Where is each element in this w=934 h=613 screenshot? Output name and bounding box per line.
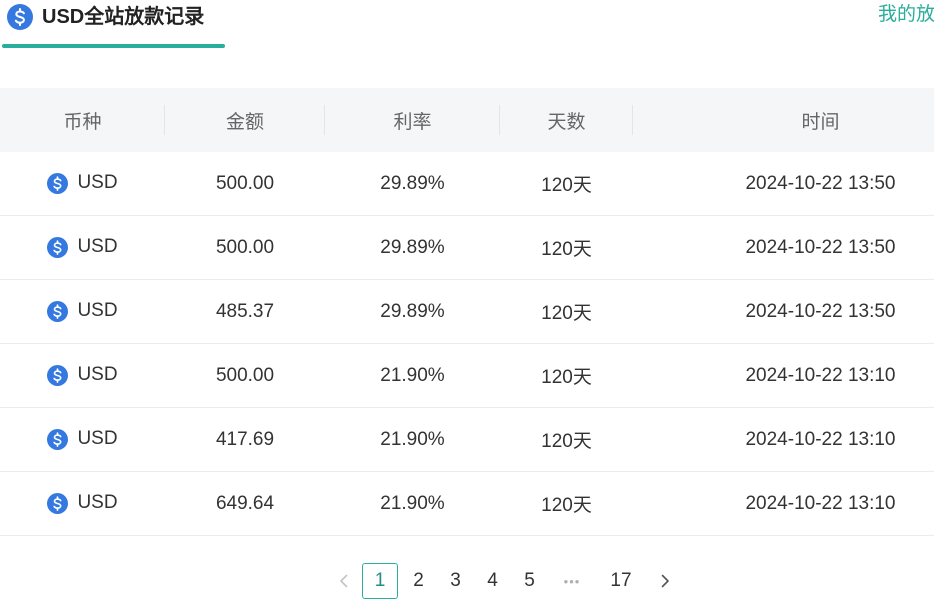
chevron-right-icon: [661, 574, 669, 588]
days-cell: 120天: [500, 215, 633, 280]
table-row: USD 485.37 29.89% 120天 2024-10-22 13:50: [0, 279, 934, 344]
dollar-coin-icon: [47, 365, 68, 386]
column-header-rate: 利率: [325, 88, 500, 152]
page-button-5[interactable]: 5: [511, 563, 548, 599]
rate-cell: 29.89%: [325, 279, 500, 344]
tab-usd-loan-records[interactable]: USD全站放款记录: [0, 0, 228, 50]
days-cell: 120天: [500, 279, 633, 344]
next-page-button[interactable]: [646, 563, 683, 599]
dollar-coin-icon: [47, 237, 68, 258]
page-button-1[interactable]: 1: [362, 563, 398, 599]
currency-label: USD: [77, 236, 118, 258]
currency-label: USD: [77, 300, 118, 322]
currency-cell: USD: [0, 407, 165, 472]
prev-page-button[interactable]: [325, 563, 362, 599]
time-cell: 2024-10-22 13:50: [633, 152, 934, 216]
time-cell: 2024-10-22 13:10: [633, 471, 934, 536]
table-row: USD 500.00 29.89% 120天 2024-10-22 13:50: [0, 215, 934, 280]
rate-cell: 29.89%: [325, 152, 500, 216]
days-cell: 120天: [500, 407, 633, 472]
dollar-coin-icon: [7, 4, 33, 30]
active-tab-indicator: [2, 44, 225, 48]
page-button-last[interactable]: 17: [596, 563, 646, 599]
amount-cell: 485.37: [165, 279, 325, 344]
table-row: USD 500.00 21.90% 120天 2024-10-22 13:10: [0, 343, 934, 408]
time-cell: 2024-10-22 13:50: [633, 215, 934, 280]
dollar-coin-icon: [47, 301, 68, 322]
pagination: 1 2 3 4 5 ••• 17: [325, 563, 683, 599]
currency-label: USD: [77, 492, 118, 514]
currency-cell: USD: [0, 343, 165, 408]
table-row: USD 417.69 21.90% 120天 2024-10-22 13:10: [0, 407, 934, 472]
amount-cell: 500.00: [165, 152, 325, 216]
currency-label: USD: [77, 364, 118, 386]
currency-cell: USD: [0, 279, 165, 344]
time-cell: 2024-10-22 13:10: [633, 343, 934, 408]
page-button-4[interactable]: 4: [474, 563, 511, 599]
tab-label: USD全站放款记录: [42, 6, 205, 28]
currency-label: USD: [77, 428, 118, 450]
page-ellipsis[interactable]: •••: [548, 563, 596, 599]
tab-my-loans[interactable]: 我的放: [878, 2, 934, 28]
rate-cell: 21.90%: [325, 407, 500, 472]
column-header-time: 时间: [633, 88, 934, 152]
time-cell: 2024-10-22 13:10: [633, 407, 934, 472]
loan-records-table: 币种 金额 利率 天数 时间 USD 500.00 29.89% 120天 20…: [0, 88, 934, 536]
column-header-amount: 金额: [165, 88, 325, 152]
amount-cell: 649.64: [165, 471, 325, 536]
amount-cell: 500.00: [165, 343, 325, 408]
chevron-left-icon: [339, 574, 347, 588]
column-header-currency: 币种: [0, 88, 165, 152]
currency-cell: USD: [0, 215, 165, 280]
dollar-coin-icon: [47, 493, 68, 514]
amount-cell: 417.69: [165, 407, 325, 472]
table-row: USD 500.00 29.89% 120天 2024-10-22 13:50: [0, 152, 934, 216]
currency-cell: USD: [0, 471, 165, 536]
table-header-row: 币种 金额 利率 天数 时间: [0, 88, 934, 152]
days-cell: 120天: [500, 471, 633, 536]
amount-cell: 500.00: [165, 215, 325, 280]
time-cell: 2024-10-22 13:50: [633, 279, 934, 344]
currency-label: USD: [77, 172, 118, 194]
rate-cell: 29.89%: [325, 215, 500, 280]
days-cell: 120天: [500, 343, 633, 408]
rate-cell: 21.90%: [325, 471, 500, 536]
page-button-3[interactable]: 3: [437, 563, 474, 599]
page-button-2[interactable]: 2: [400, 563, 437, 599]
dollar-coin-icon: [47, 429, 68, 450]
rate-cell: 21.90%: [325, 343, 500, 408]
dollar-coin-icon: [47, 173, 68, 194]
table-row: USD 649.64 21.90% 120天 2024-10-22 13:10: [0, 471, 934, 536]
column-header-days: 天数: [500, 88, 633, 152]
currency-cell: USD: [0, 152, 165, 216]
days-cell: 120天: [500, 152, 633, 216]
